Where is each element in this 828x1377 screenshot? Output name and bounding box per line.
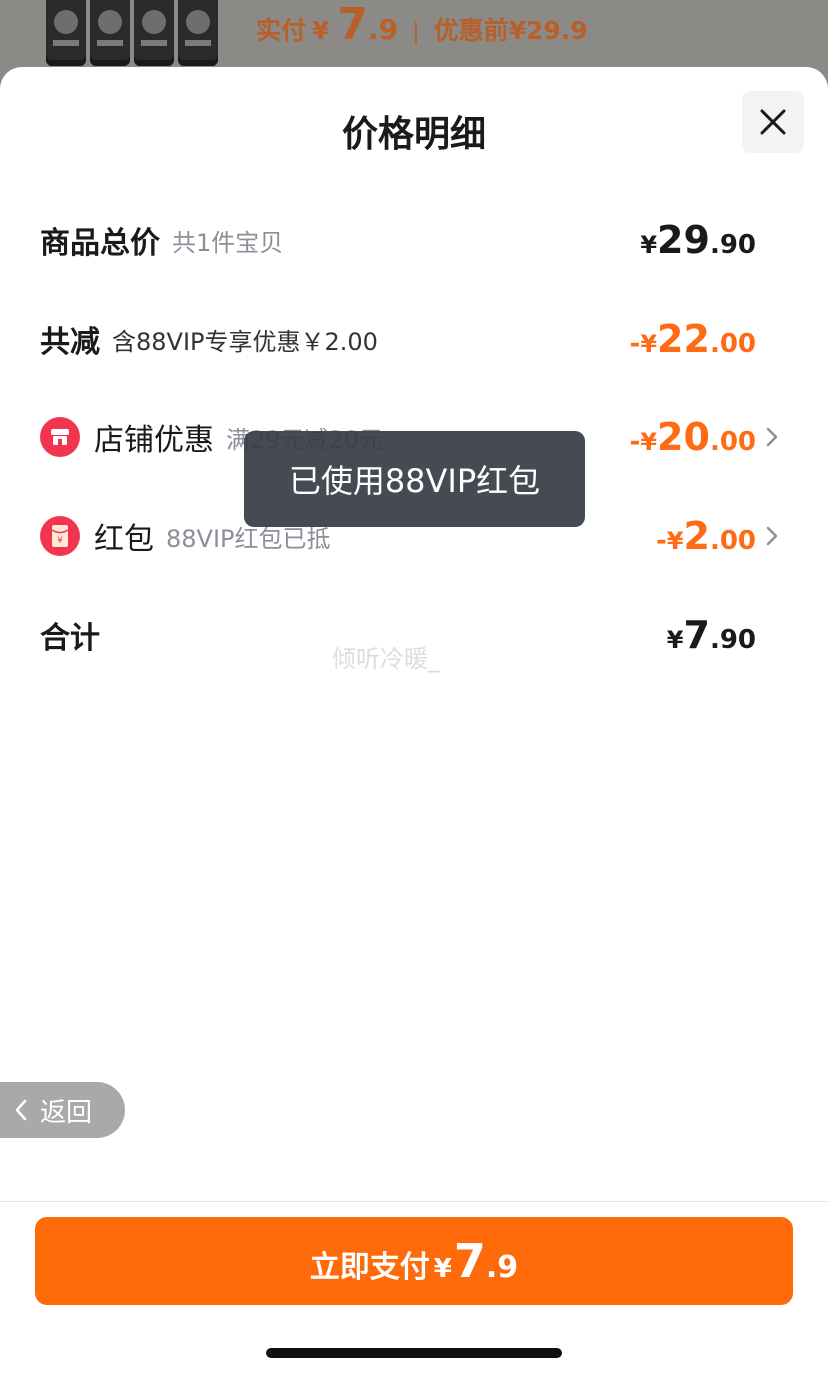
close-button[interactable]	[742, 91, 804, 153]
amount-decimal: .90	[709, 625, 756, 655]
pay-decimal: .9	[485, 1250, 519, 1285]
toast-message: 已使用88VIP红包	[244, 431, 585, 527]
amount-decimal: .00	[709, 427, 756, 457]
row-label: 合计	[40, 621, 100, 656]
row-sublabel: 共1件宝贝	[172, 228, 284, 257]
row-sublabel: 含88VIP专享优惠￥2.00	[112, 327, 378, 356]
amount-integer: 7	[683, 613, 710, 657]
row-amount: - ¥ 2 .00	[656, 514, 756, 558]
row-label: 商品总价	[40, 226, 160, 261]
sheet-title: 价格明细	[341, 114, 486, 155]
row-amount: - ¥ 20 .00	[630, 415, 756, 459]
background-price-summary: 实付 ¥ 7 .9 | 优惠前¥29.9	[256, 0, 588, 50]
amount-yen: ¥	[666, 626, 684, 654]
row-amount: ¥ 7 .90	[667, 613, 756, 657]
amount-yen: ¥	[640, 428, 658, 456]
amount-sign: -	[655, 526, 667, 556]
back-button[interactable]: 返回	[0, 1082, 125, 1138]
amount-decimal: .00	[709, 526, 756, 556]
amount-integer: 29	[657, 218, 710, 262]
amount-sign: -	[629, 427, 641, 457]
amount-yen: ¥	[640, 231, 658, 259]
pay-now-button[interactable]: 立即支付 ¥ 7 .9	[35, 1217, 793, 1305]
product-thumbnail	[178, 0, 218, 66]
row-total-reduction: 共减 含88VIP专享优惠￥2.00 - ¥ 22 .00	[40, 309, 788, 369]
row-label: 店铺优惠	[94, 423, 214, 458]
chevron-left-icon	[15, 1099, 27, 1121]
row-amount: ¥ 29 .90	[640, 218, 756, 262]
pay-label: 立即支付	[309, 1250, 430, 1285]
amount-decimal: .90	[709, 230, 756, 260]
chevron-right-icon	[766, 427, 778, 447]
red-packet-icon: ¥	[40, 516, 80, 556]
watermark: 倾听冷暖_	[332, 645, 440, 673]
row-amount: - ¥ 22 .00	[630, 317, 756, 361]
paid-integer: 7	[337, 0, 369, 50]
amount-sign: -	[629, 329, 641, 359]
amount-integer: 22	[657, 317, 710, 361]
svg-text:¥: ¥	[57, 536, 63, 546]
price-detail-sheet: 价格明细 商品总价 共1件宝贝 ¥ 29 .90 共减 含88VIP专享优惠￥2…	[0, 67, 828, 1377]
row-total-price: 商品总价 共1件宝贝 ¥ 29 .90	[40, 210, 788, 270]
original-price: 优惠前¥29.9	[433, 16, 588, 45]
paid-label: 实付	[256, 16, 307, 45]
product-thumbnail	[134, 0, 174, 66]
back-label: 返回	[40, 1097, 93, 1128]
chevron-right-icon	[766, 526, 778, 546]
amount-yen: ¥	[640, 330, 658, 358]
store-icon	[40, 417, 80, 457]
pay-yen: ¥	[433, 1254, 452, 1284]
amount-decimal: .00	[709, 329, 756, 359]
row-label: 共减	[40, 325, 100, 360]
close-icon	[760, 109, 786, 135]
home-indicator[interactable]	[266, 1348, 562, 1358]
row-label: 红包	[94, 522, 154, 557]
amount-yen: ¥	[666, 527, 684, 555]
price-separator: |	[412, 20, 420, 45]
product-thumbnail	[90, 0, 130, 66]
pay-integer: 7	[453, 1234, 486, 1288]
product-thumbnail	[46, 0, 86, 66]
amount-integer: 2	[683, 514, 710, 558]
paid-yen: ¥	[312, 16, 330, 45]
amount-integer: 20	[657, 415, 710, 459]
footer-divider	[0, 1201, 828, 1202]
paid-decimal: .9	[368, 13, 399, 46]
